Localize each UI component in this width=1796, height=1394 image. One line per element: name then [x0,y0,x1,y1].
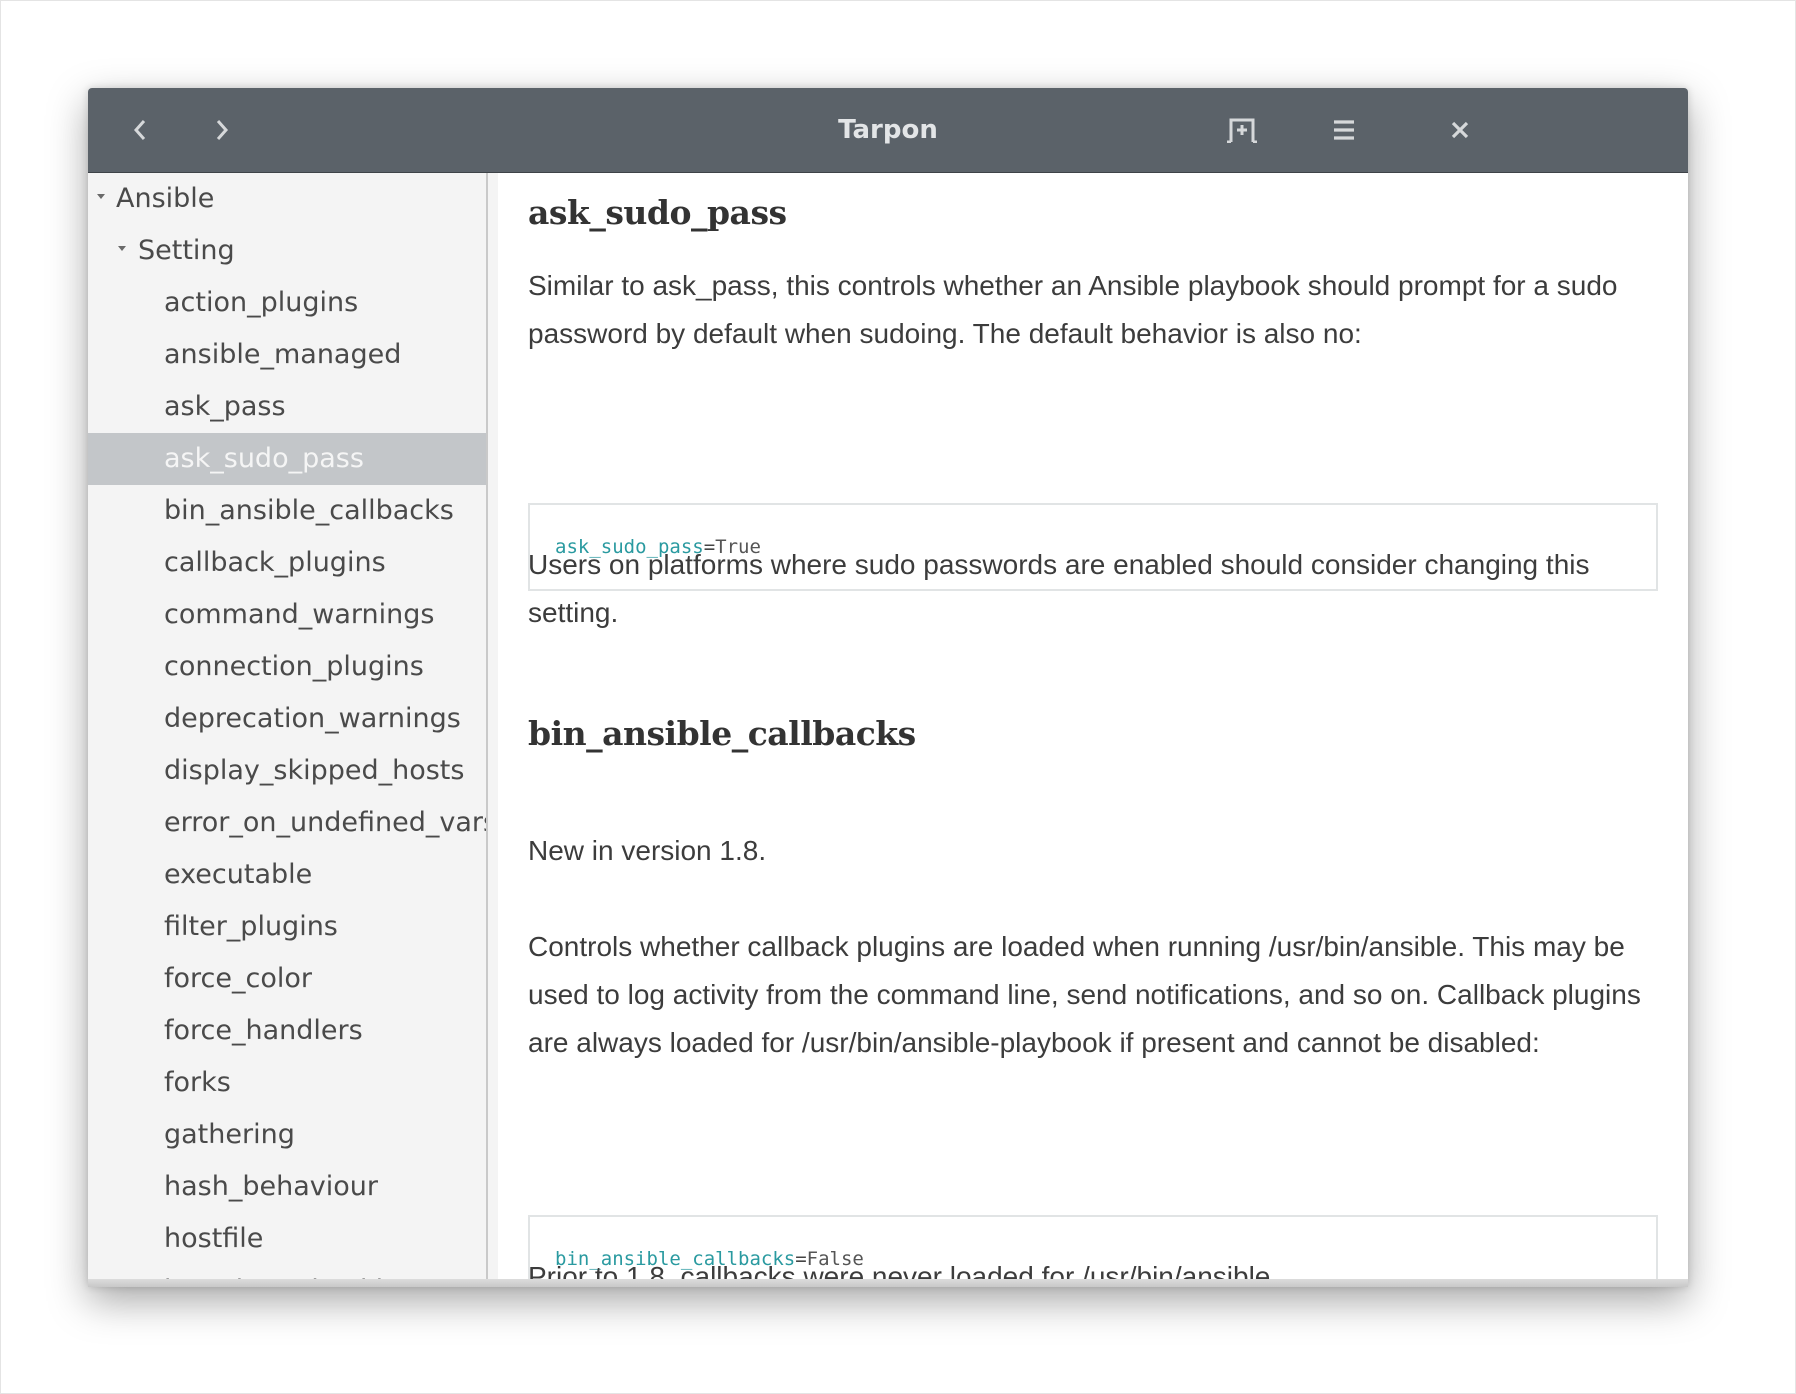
tree-item-label: ansible_managed [164,339,402,370]
section-heading-bin-ansible-callbacks: bin_ansible_callbacks [528,714,916,753]
tree-item-label: action_plugins [164,287,359,318]
tree-item-label: executable [164,859,313,890]
tree-item-label: ask_pass [164,391,286,422]
hamburger-menu-icon [1333,119,1355,141]
window-bottom-edge [88,1279,1688,1287]
paragraph: Similar to ask_pass, this controls wheth… [528,270,1618,349]
tree-item[interactable]: force_handlers [88,1005,486,1057]
tree-item[interactable]: Ansible [88,173,486,225]
tree-item-label: hostfile [164,1223,264,1254]
tree-item[interactable]: executable [88,849,486,901]
tree-item-label: deprecation_warnings [164,703,461,734]
chevron-right-icon [214,118,230,142]
tree-item-label: gathering [164,1119,295,1150]
tree-item-label: callback_plugins [164,547,386,578]
tree-item-label: connection_plugins [164,651,424,682]
tree-item-label: ask_sudo_pass [164,443,364,474]
tree-item[interactable]: bin_ansible_callbacks [88,485,486,537]
topic-tree-sidebar: Ansible Setting action_plugins ansible_mana… [88,173,488,1287]
paragraph: Controls whether callback plugins are lo… [528,931,1641,1058]
tree-item[interactable]: forks [88,1057,486,1109]
tree-item[interactable]: command_warnings [88,589,486,641]
tree-item-label: force_color [164,963,312,994]
tree-item[interactable]: callback_plugins [88,537,486,589]
tree-item[interactable]: error_on_undefined_vars [88,797,486,849]
header-bar: Tarpon [88,88,1688,173]
tree-item-label: forks [164,1067,231,1098]
paragraph: New in version 1.8. [528,835,767,866]
bookmark-add-icon [1225,117,1259,143]
forward-button[interactable] [192,88,252,172]
tree-item[interactable]: filter_plugins [88,901,486,953]
tree-item[interactable]: connection_plugins [88,641,486,693]
tree-item[interactable]: Setting [88,225,486,277]
tree-item[interactable]: ask_pass [88,381,486,433]
tree-item-label: hash_behaviour [164,1171,378,1202]
tree-item-label: force_handlers [164,1015,363,1046]
app-window: Tarpon Ansible Setting action_pluginsansib… [88,88,1688,1287]
chevron-left-icon [132,118,148,142]
pane-separator[interactable] [488,173,895,1287]
tree-item-label: error_on_undefined_vars [164,807,488,838]
tree-item-label: bin_ansible_callbacks [164,495,454,526]
bookmark-add-button[interactable] [1212,88,1272,172]
tree-item[interactable]: deprecation_warnings [88,693,486,745]
main-menu-button[interactable] [1314,88,1374,172]
tree-item[interactable]: force_color [88,953,486,1005]
tree-item-label: command_warnings [164,599,435,630]
tree-item-label: filter_plugins [164,911,338,942]
back-button[interactable] [110,88,170,172]
section-heading-ask-sudo-pass: ask_sudo_pass [528,193,787,232]
close-icon [1451,121,1469,139]
tree-item[interactable]: hostfile [88,1213,486,1265]
paragraph: Users on platforms where sudo passwords … [528,549,1590,628]
close-window-button[interactable] [1430,88,1490,172]
tree-item[interactable]: ansible_managed [88,329,486,381]
tree-item[interactable]: display_skipped_hosts [88,745,486,797]
tree-item-label: Ansible [116,183,215,214]
tree-item[interactable]: action_plugins [88,277,486,329]
tree-item[interactable]: ask_sudo_pass [88,433,486,485]
tree-item-label: display_skipped_hosts [164,755,465,786]
tree-item[interactable]: hash_behaviour [88,1161,486,1213]
expander-arrow-icon[interactable] [94,173,108,225]
tree-item[interactable]: gathering [88,1109,486,1161]
tree-item-label: Setting [138,235,235,266]
documentation-view: ask_sudo_pass Similar to ask_pass, this … [498,173,1688,1287]
expander-arrow-icon[interactable] [115,225,129,277]
